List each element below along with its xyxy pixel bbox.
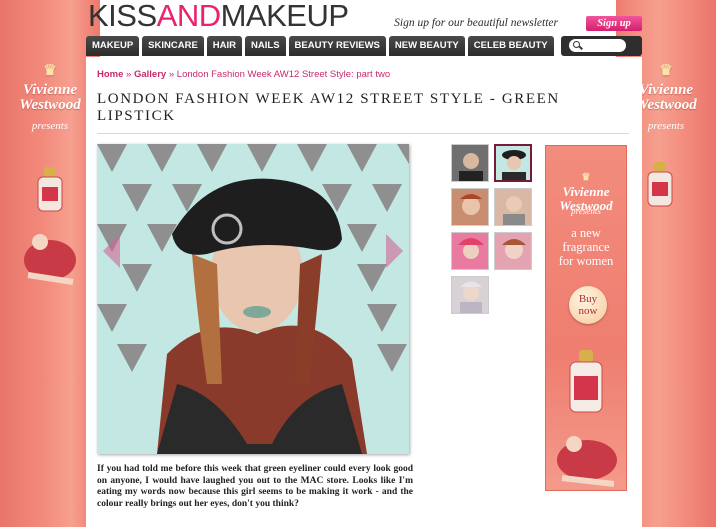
nav-item-nails[interactable]: NAILS	[245, 36, 286, 56]
thumbnail-image	[452, 277, 488, 313]
side-ad-presents: presents	[31, 120, 69, 132]
title-divider	[97, 133, 629, 134]
breadcrumb: Home » Gallery » London Fashion Week AW1…	[97, 69, 390, 80]
nav-item-celeb-beauty[interactable]: CELEB BEAUTY	[467, 36, 554, 56]
banner-ad-presents: presents	[571, 206, 601, 216]
gallery-thumbnail[interactable]	[494, 232, 532, 270]
article-body: If you had told me before this week that…	[97, 464, 413, 509]
thumbnail-image	[495, 233, 531, 269]
gallery-main-photo[interactable]	[97, 144, 409, 454]
breadcrumb-current: London Fashion Week AW12 Street Style: p…	[176, 69, 391, 80]
nav-item-beauty-reviews[interactable]: BEAUTY REVIEWS	[288, 36, 386, 56]
nav-item-makeup[interactable]: MAKEUP	[86, 36, 140, 56]
perfume-bottle-image	[37, 167, 63, 212]
perfume-bottle-image	[569, 350, 603, 413]
breadcrumb-separator: »	[168, 69, 175, 80]
gallery-thumbnail[interactable]	[451, 232, 489, 270]
newsletter-prompt: Sign up for our beautiful newsletter	[394, 17, 558, 29]
left-side-ad[interactable]: ♛ Vivienne Westwood presents	[0, 0, 100, 527]
thumbnail-image	[495, 189, 531, 225]
pinup-figure-image	[24, 234, 76, 285]
nav-item-new-beauty[interactable]: NEW BEAUTY	[388, 36, 465, 56]
orb-icon: ♛	[581, 172, 591, 183]
banner-ad[interactable]: ♛ Vivienne Westwood presents a new fragr…	[545, 145, 627, 491]
breadcrumb-home[interactable]: Home	[97, 69, 123, 80]
nav-item-skincare[interactable]: SKINCARE	[142, 36, 204, 56]
gallery-photo-image	[97, 144, 409, 454]
thumbnail-image	[496, 146, 530, 180]
breadcrumb-gallery[interactable]: Gallery	[134, 69, 166, 80]
site-header: KISSANDMAKEUP Sign up for our beautiful …	[86, 0, 642, 35]
breadcrumb-separator: »	[126, 69, 132, 80]
thumbnail-image	[452, 145, 488, 181]
buy-now-button[interactable]: Buy now	[569, 286, 607, 324]
nav-search-bar	[560, 36, 642, 56]
pinup-figure-image	[557, 436, 617, 487]
page-title: LONDON FASHION WEEK AW12 STREET STYLE - …	[97, 91, 560, 124]
side-ad-logo: ♛ Vivienne Westwood	[0, 64, 100, 113]
arrow-right-icon[interactable]	[386, 234, 403, 268]
gallery-thumbnail[interactable]	[451, 188, 489, 226]
main-nav: MAKEUP SKINCARE HAIR NAILS BEAUTY REVIEW…	[86, 36, 642, 56]
nav-item-hair[interactable]: HAIR	[206, 36, 243, 56]
thumbnail-image	[452, 233, 488, 269]
signup-button[interactable]: Sign up	[586, 16, 642, 31]
main-content: Home » Gallery » London Fashion Week AW1…	[86, 57, 642, 527]
banner-ad-tagline: a new fragrance for women	[558, 226, 614, 268]
orb-icon: ♛	[43, 63, 57, 79]
site-logo[interactable]: KISSANDMAKEUP	[88, 0, 349, 32]
perfume-bottle-image	[647, 162, 673, 207]
search-icon[interactable]	[572, 41, 580, 48]
arrow-left-icon[interactable]	[103, 234, 120, 268]
gallery-thumbnail[interactable]	[451, 276, 489, 314]
thumbnail-image	[452, 189, 488, 225]
gallery-thumbnail[interactable]	[494, 188, 532, 226]
gallery-thumbnail-selected[interactable]	[494, 144, 532, 182]
gallery-thumbnail[interactable]	[451, 144, 489, 182]
